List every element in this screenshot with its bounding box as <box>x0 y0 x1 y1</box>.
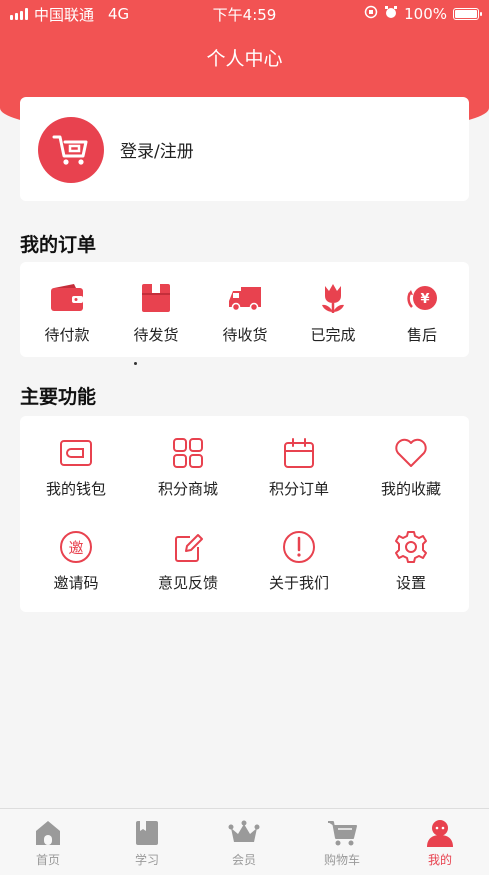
func-about-us[interactable]: 关于我们 <box>244 530 354 593</box>
info-icon <box>244 530 354 564</box>
crown-icon <box>214 817 274 849</box>
tab-member[interactable]: 会员 <box>214 817 274 868</box>
tab-label: 我的 <box>427 853 452 867</box>
functions-section-title: 主要功能 <box>20 386 97 408</box>
func-label: 设置 <box>395 574 426 592</box>
tab-label: 学习 <box>134 853 159 867</box>
cart-icon <box>312 817 372 849</box>
order-completed[interactable]: 已完成 <box>293 282 373 345</box>
shopping-cart-icon <box>38 117 104 183</box>
functions-card: 我的钱包 积分商城 积分订单 我的收藏 邀 邀请码 意见反馈 关于我们 设置 <box>20 416 469 612</box>
edit-icon <box>133 530 243 564</box>
yen-icon: ¥ <box>382 282 462 314</box>
func-label: 邀请码 <box>53 574 99 592</box>
lock-rotation-icon <box>364 5 378 23</box>
order-label: 待发货 <box>133 326 179 344</box>
func-feedback[interactable]: 意见反馈 <box>133 530 243 593</box>
login-register-link[interactable]: 登录/注册 <box>120 137 194 162</box>
func-label: 积分订单 <box>268 480 329 498</box>
order-label: 售后 <box>406 326 437 344</box>
book-icon <box>117 817 177 849</box>
home-icon <box>18 817 78 849</box>
order-after-sales[interactable]: ¥ 售后 <box>382 282 462 345</box>
calendar-icon <box>244 436 354 470</box>
box-icon <box>116 282 196 314</box>
truck-icon <box>205 282 285 314</box>
orders-card: 待付款 待发货 待收货 已完成 ¥ 售后 <box>20 262 469 357</box>
flower-icon <box>293 282 373 314</box>
tab-home[interactable]: 首页 <box>18 817 78 868</box>
func-settings[interactable]: 设置 <box>356 530 466 593</box>
order-label: 已完成 <box>310 326 356 344</box>
func-wallet[interactable]: 我的钱包 <box>21 436 131 499</box>
func-label: 意见反馈 <box>157 574 218 592</box>
tab-label: 首页 <box>35 853 60 867</box>
order-pending-receipt[interactable]: 待收货 <box>205 282 285 345</box>
dot-marker <box>134 362 137 365</box>
orders-section-title: 我的订单 <box>20 234 97 256</box>
func-points-mall[interactable]: 积分商城 <box>133 436 243 499</box>
status-bar: 中国联通 4G 下午4:59 100% <box>0 0 489 28</box>
tab-label: 会员 <box>231 853 256 867</box>
func-label: 我的收藏 <box>380 480 441 498</box>
func-label: 积分商城 <box>157 480 218 498</box>
page-title: 个人中心 <box>206 48 283 70</box>
carrier-label: 中国联通 <box>34 5 95 24</box>
signal-icon <box>10 8 28 20</box>
tab-label: 购物车 <box>323 853 360 867</box>
tab-mine[interactable]: 我的 <box>410 817 470 868</box>
invite-icon: 邀 <box>21 530 131 564</box>
invite-glyph: 邀 <box>68 539 84 557</box>
network-label: 4G <box>108 5 130 23</box>
svg-text:¥: ¥ <box>420 292 429 307</box>
order-label: 待付款 <box>44 326 90 344</box>
tab-bar: 首页 学习 会员 购物车 我的 <box>0 808 489 875</box>
tab-study[interactable]: 学习 <box>117 817 177 868</box>
battery-percent: 100% <box>404 5 447 23</box>
order-label: 待收货 <box>222 326 268 344</box>
func-label: 我的钱包 <box>45 480 106 498</box>
alarm-icon <box>384 5 398 23</box>
battery-icon <box>453 8 482 20</box>
tab-cart[interactable]: 购物车 <box>312 817 372 868</box>
func-label: 关于我们 <box>268 574 329 592</box>
func-invite-code[interactable]: 邀 邀请码 <box>21 530 131 593</box>
wallet-outline-icon <box>21 436 131 470</box>
order-pending-payment[interactable]: 待付款 <box>27 282 107 345</box>
order-pending-shipment[interactable]: 待发货 <box>116 282 196 345</box>
func-points-orders[interactable]: 积分订单 <box>244 436 354 499</box>
grid-icon <box>133 436 243 470</box>
wallet-icon <box>27 282 107 314</box>
heart-icon <box>356 436 466 470</box>
gear-icon <box>356 530 466 564</box>
login-card[interactable]: 登录/注册 <box>20 97 469 201</box>
func-favorites[interactable]: 我的收藏 <box>356 436 466 499</box>
user-icon <box>410 817 470 849</box>
